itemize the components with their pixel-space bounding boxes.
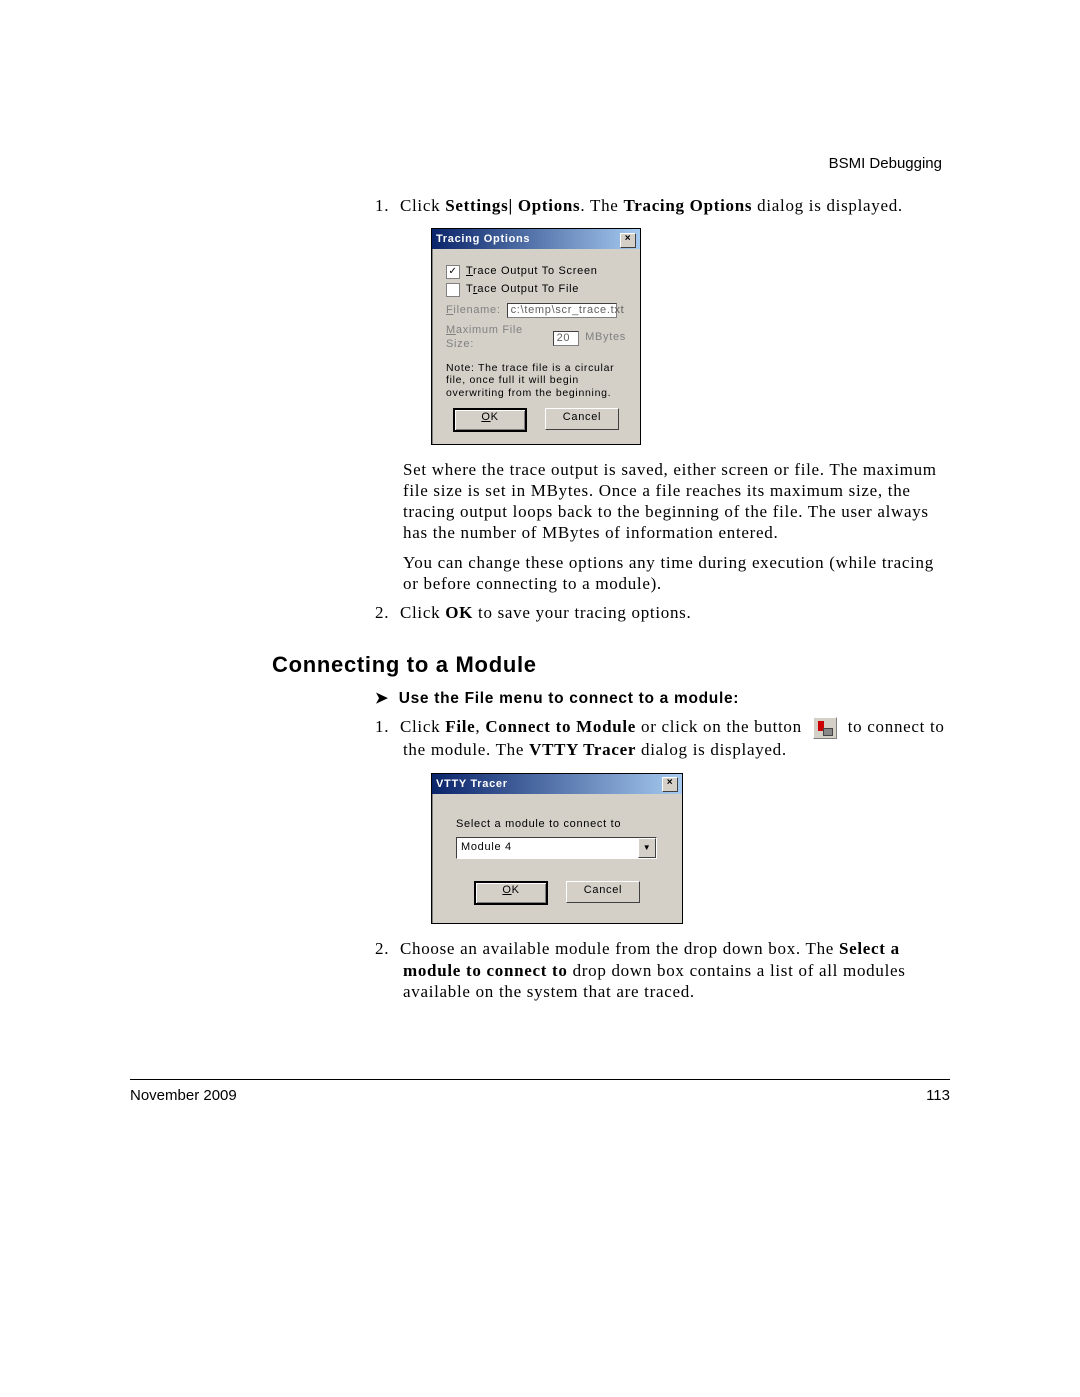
bold: VTTY Tracer	[529, 740, 636, 759]
checkbox-trace-file[interactable]	[446, 283, 460, 297]
dialog-note: Note: The trace file is a circular file,…	[446, 362, 626, 400]
ok-button[interactable]: OK	[453, 408, 527, 432]
paragraph: Set where the trace output is saved, eit…	[403, 459, 950, 544]
vtty-tracer-dialog: VTTY Tracer × Select a module to connect…	[431, 773, 683, 925]
dialog-title: VTTY Tracer	[436, 778, 508, 792]
text: Choose an available module from the drop…	[400, 939, 839, 958]
close-icon[interactable]: ×	[662, 777, 678, 792]
tracing-options-dialog: Tracing Options × ✓ Trace Output To Scre…	[431, 228, 641, 444]
dialog-titlebar: Tracing Options ×	[432, 229, 640, 249]
close-icon[interactable]: ×	[620, 233, 636, 248]
paragraph: You can change these options any time du…	[403, 552, 950, 595]
step-2: 2. Click OK to save your tracing options…	[375, 602, 950, 623]
text: Click	[400, 196, 445, 215]
text: to save your tracing options.	[473, 603, 691, 622]
page-number: 113	[926, 1087, 950, 1104]
sub-instruction-text: Use the File menu to connect to a module…	[399, 690, 739, 707]
bold: Tracing Options	[623, 196, 752, 215]
dialog-titlebar: VTTY Tracer ×	[432, 774, 682, 794]
filename-label: Filename:	[446, 304, 501, 318]
sec2-step-1: 1. Click File, Connect to Module or clic…	[375, 716, 950, 924]
bold: File	[445, 717, 475, 736]
text: dialog is displayed.	[636, 740, 787, 759]
text: ,	[475, 717, 485, 736]
filename-input[interactable]: c:\temp\scr_trace.txt	[507, 303, 617, 318]
footer-rule	[130, 1079, 950, 1080]
selected-value: Module 4	[461, 841, 512, 855]
bold: Connect to Module	[485, 717, 636, 736]
connect-module-icon[interactable]	[813, 717, 837, 739]
cancel-button[interactable]: Cancel	[566, 881, 640, 903]
sub-instruction: ➤ Use the File menu to connect to a modu…	[375, 689, 950, 708]
text: or click on the button	[636, 717, 807, 736]
text: Click	[400, 603, 445, 622]
checkbox-label: Trace Output To File	[466, 283, 579, 297]
maxsize-label: Maximum File Size:	[446, 324, 547, 352]
ok-button[interactable]: OK	[474, 881, 548, 905]
bold: OK	[445, 603, 473, 622]
checkbox-label: Trace Output To Screen	[466, 265, 598, 279]
text: Click	[400, 717, 445, 736]
dialog-title: Tracing Options	[436, 233, 530, 247]
maxsize-unit: MBytes	[585, 331, 626, 345]
module-select[interactable]: Module 4 ▼	[456, 837, 657, 859]
cancel-button[interactable]: Cancel	[545, 408, 619, 430]
section-heading: Connecting to a Module	[272, 651, 950, 679]
text: . The	[580, 196, 623, 215]
running-header: BSMI Debugging	[829, 155, 942, 172]
select-label: Select a module to connect to	[456, 818, 658, 832]
checkbox-trace-screen[interactable]: ✓	[446, 265, 460, 279]
bold: Settings| Options	[445, 196, 580, 215]
text: dialog is displayed.	[752, 196, 903, 215]
sec2-step-2: 2. Choose an available module from the d…	[375, 938, 950, 1002]
chevron-down-icon[interactable]: ▼	[638, 838, 656, 858]
maxsize-input[interactable]: 20	[553, 331, 580, 346]
step-1: 1. Click Settings| Options. The Tracing …	[375, 195, 950, 594]
footer-date: November 2009	[130, 1087, 237, 1104]
